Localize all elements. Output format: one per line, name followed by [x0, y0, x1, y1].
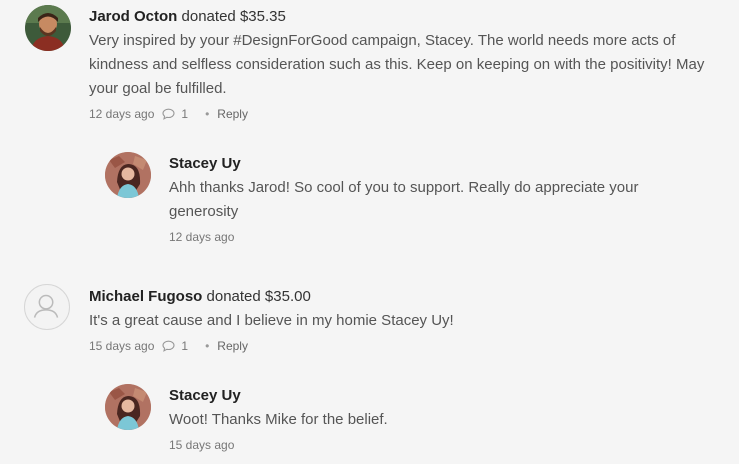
speech-bubble-icon[interactable]	[162, 340, 175, 352]
separator-dot: •	[205, 339, 210, 353]
avatar[interactable]	[24, 284, 70, 330]
reply-count[interactable]: 1	[181, 107, 188, 121]
stacey-avatar-photo	[105, 384, 151, 430]
reply-button[interactable]: Reply	[217, 339, 248, 353]
donated-label: donated	[181, 8, 236, 25]
avatar[interactable]	[25, 5, 71, 51]
donation-amount: $35.00	[264, 288, 311, 305]
comment-meta: 12 days ago 1 • Reply	[89, 105, 733, 123]
comment-feed: Jarod Octon donated $35.35 Very inspired…	[0, 0, 739, 464]
reply-text: Ahh thanks Jarod! So cool of you to supp…	[169, 179, 639, 220]
comment-text: It's a great cause and I believe in my h…	[89, 312, 454, 329]
separator-dot: •	[205, 107, 210, 121]
reply-meta: 12 days ago	[169, 228, 733, 246]
comment-time: 15 days ago	[89, 339, 155, 353]
jarod-avatar-photo	[25, 5, 71, 51]
comment-header: Michael Fugoso donated $35.00	[89, 287, 733, 307]
author-name[interactable]: Michael Fugoso	[89, 288, 202, 305]
reply-meta: 15 days ago	[169, 436, 733, 454]
reply-time: 15 days ago	[169, 438, 235, 452]
donation-amount: $35.35	[239, 8, 286, 25]
donated-label: donated	[206, 288, 261, 305]
avatar[interactable]	[105, 384, 151, 430]
author-name[interactable]: Stacey Uy	[169, 155, 241, 172]
comment-text: Very inspired by your #DesignForGood cam…	[89, 32, 705, 97]
user-silhouette-icon	[33, 294, 59, 318]
comment-meta: 15 days ago 1 • Reply	[89, 337, 733, 355]
speech-bubble-icon[interactable]	[162, 108, 175, 120]
reply-count[interactable]: 1	[181, 339, 188, 353]
reply-time: 12 days ago	[169, 230, 235, 244]
reply-text: Woot! Thanks Mike for the belief.	[169, 411, 388, 428]
comment-time: 12 days ago	[89, 107, 155, 121]
stacey-avatar-photo	[105, 152, 151, 198]
reply-button[interactable]: Reply	[217, 107, 248, 121]
reply-header: Stacey Uy	[169, 386, 733, 406]
avatar[interactable]	[105, 152, 151, 198]
author-name[interactable]: Jarod Octon	[89, 8, 177, 25]
comment-header: Jarod Octon donated $35.35	[89, 7, 733, 27]
reply-header: Stacey Uy	[169, 154, 733, 174]
author-name[interactable]: Stacey Uy	[169, 387, 241, 404]
